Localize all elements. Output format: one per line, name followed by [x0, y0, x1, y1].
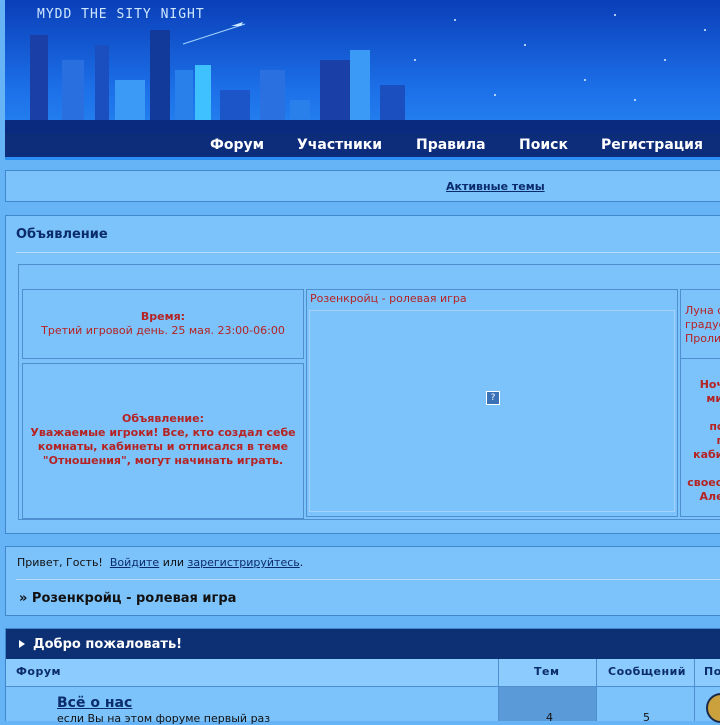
- right-line: градус: [685, 318, 720, 331]
- category-header[interactable]: Добро пожаловать!: [6, 629, 720, 659]
- column-forum: Форум: [16, 665, 62, 678]
- nav-members[interactable]: Участники: [297, 137, 382, 153]
- right-line: (: [683, 504, 720, 516]
- site-header: MYDD THE SITY NIGHT: [5, 0, 720, 160]
- right-line: кабин: [693, 448, 720, 461]
- time-label: Время:: [140, 310, 186, 323]
- right-line: Проли: [685, 332, 720, 345]
- divider: [596, 659, 597, 721]
- notice-cell: Объявление: Уважаемые игроки! Все, кто с…: [22, 363, 304, 519]
- posts-count: 5: [643, 711, 650, 724]
- right-info-cell: Луна с градус Проли Ночь мир пос пь каби…: [680, 289, 720, 517]
- site-logo: MYDD THE SITY NIGHT: [37, 7, 205, 22]
- broken-image-icon: ?: [486, 391, 500, 405]
- avatar[interactable]: [706, 693, 720, 723]
- column-posts: Сообщений: [608, 665, 687, 678]
- greeting-or: или: [162, 556, 185, 569]
- right-line: пь: [683, 434, 720, 448]
- nav-forum[interactable]: Форум: [210, 137, 264, 153]
- forum-category: Добро пожаловать! Форум Тем Сообщений По…: [5, 628, 720, 725]
- right-line: О: [683, 462, 720, 476]
- center-caption: Розенкройц - ролевая игра: [310, 292, 467, 305]
- nav-search[interactable]: Поиск: [519, 137, 568, 153]
- divider: [681, 358, 720, 359]
- forum-description: если Вы на этом форуме первый раз: [57, 712, 271, 725]
- divider: [16, 579, 720, 580]
- greeting-prefix: Привет, Гость!: [17, 556, 103, 569]
- breadcrumb[interactable]: » Розенкройц - ролевая игра: [19, 591, 236, 606]
- notice-text: Уважаемые игроки! Все, кто создал себе к…: [30, 426, 296, 467]
- column-topics: Тем: [534, 665, 560, 678]
- nav-register[interactable]: Регистрация: [601, 137, 703, 153]
- divider: [16, 252, 720, 253]
- column-header-row: Форум Тем Сообщений По: [6, 659, 720, 687]
- notice-title: Объявление:: [121, 412, 204, 425]
- right-line: Луна с: [685, 304, 720, 317]
- category-title: Добро пожаловать!: [33, 637, 183, 652]
- arrow-right-icon: [19, 640, 25, 648]
- nav-rules[interactable]: Правила: [416, 137, 486, 153]
- image-frame: ?: [309, 310, 675, 512]
- right-line: своеоб: [687, 476, 720, 489]
- right-line: Алек: [699, 490, 720, 503]
- active-topics-bar: Активные темы: [5, 170, 720, 202]
- time-value: Третий игровой день. 25 мая. 23:00-06:00: [41, 324, 285, 337]
- greeting-suffix: .: [299, 556, 304, 569]
- column-last-post: По: [704, 665, 720, 678]
- right-line: Ночь: [699, 378, 720, 391]
- divider: [498, 659, 499, 721]
- topics-count: 4: [546, 711, 553, 724]
- greeting-panel: Привет, Гость! Войдите или зарегистрируй…: [5, 546, 720, 616]
- register-link[interactable]: зарегистрируйтесь: [188, 556, 300, 569]
- forum-link[interactable]: Всё о нас: [57, 695, 132, 711]
- announcement-title: Объявление: [16, 227, 108, 242]
- active-topics-link[interactable]: Активные темы: [446, 180, 545, 193]
- right-line: мир: [706, 392, 720, 405]
- greeting-text: Привет, Гость! Войдите или зарегистрируй…: [17, 556, 303, 569]
- announcement-panel: Объявление Время: Третий игровой день. 2…: [5, 215, 720, 534]
- divider: [694, 659, 695, 721]
- announcement-frame: Время: Третий игровой день. 25 мая. 23:0…: [18, 264, 720, 520]
- right-line: пос: [709, 420, 720, 433]
- login-link[interactable]: Войдите: [110, 556, 159, 569]
- center-image-cell: Розенкройц - ролевая игра ?: [306, 289, 678, 517]
- time-cell: Время: Третий игровой день. 25 мая. 23:0…: [22, 289, 304, 359]
